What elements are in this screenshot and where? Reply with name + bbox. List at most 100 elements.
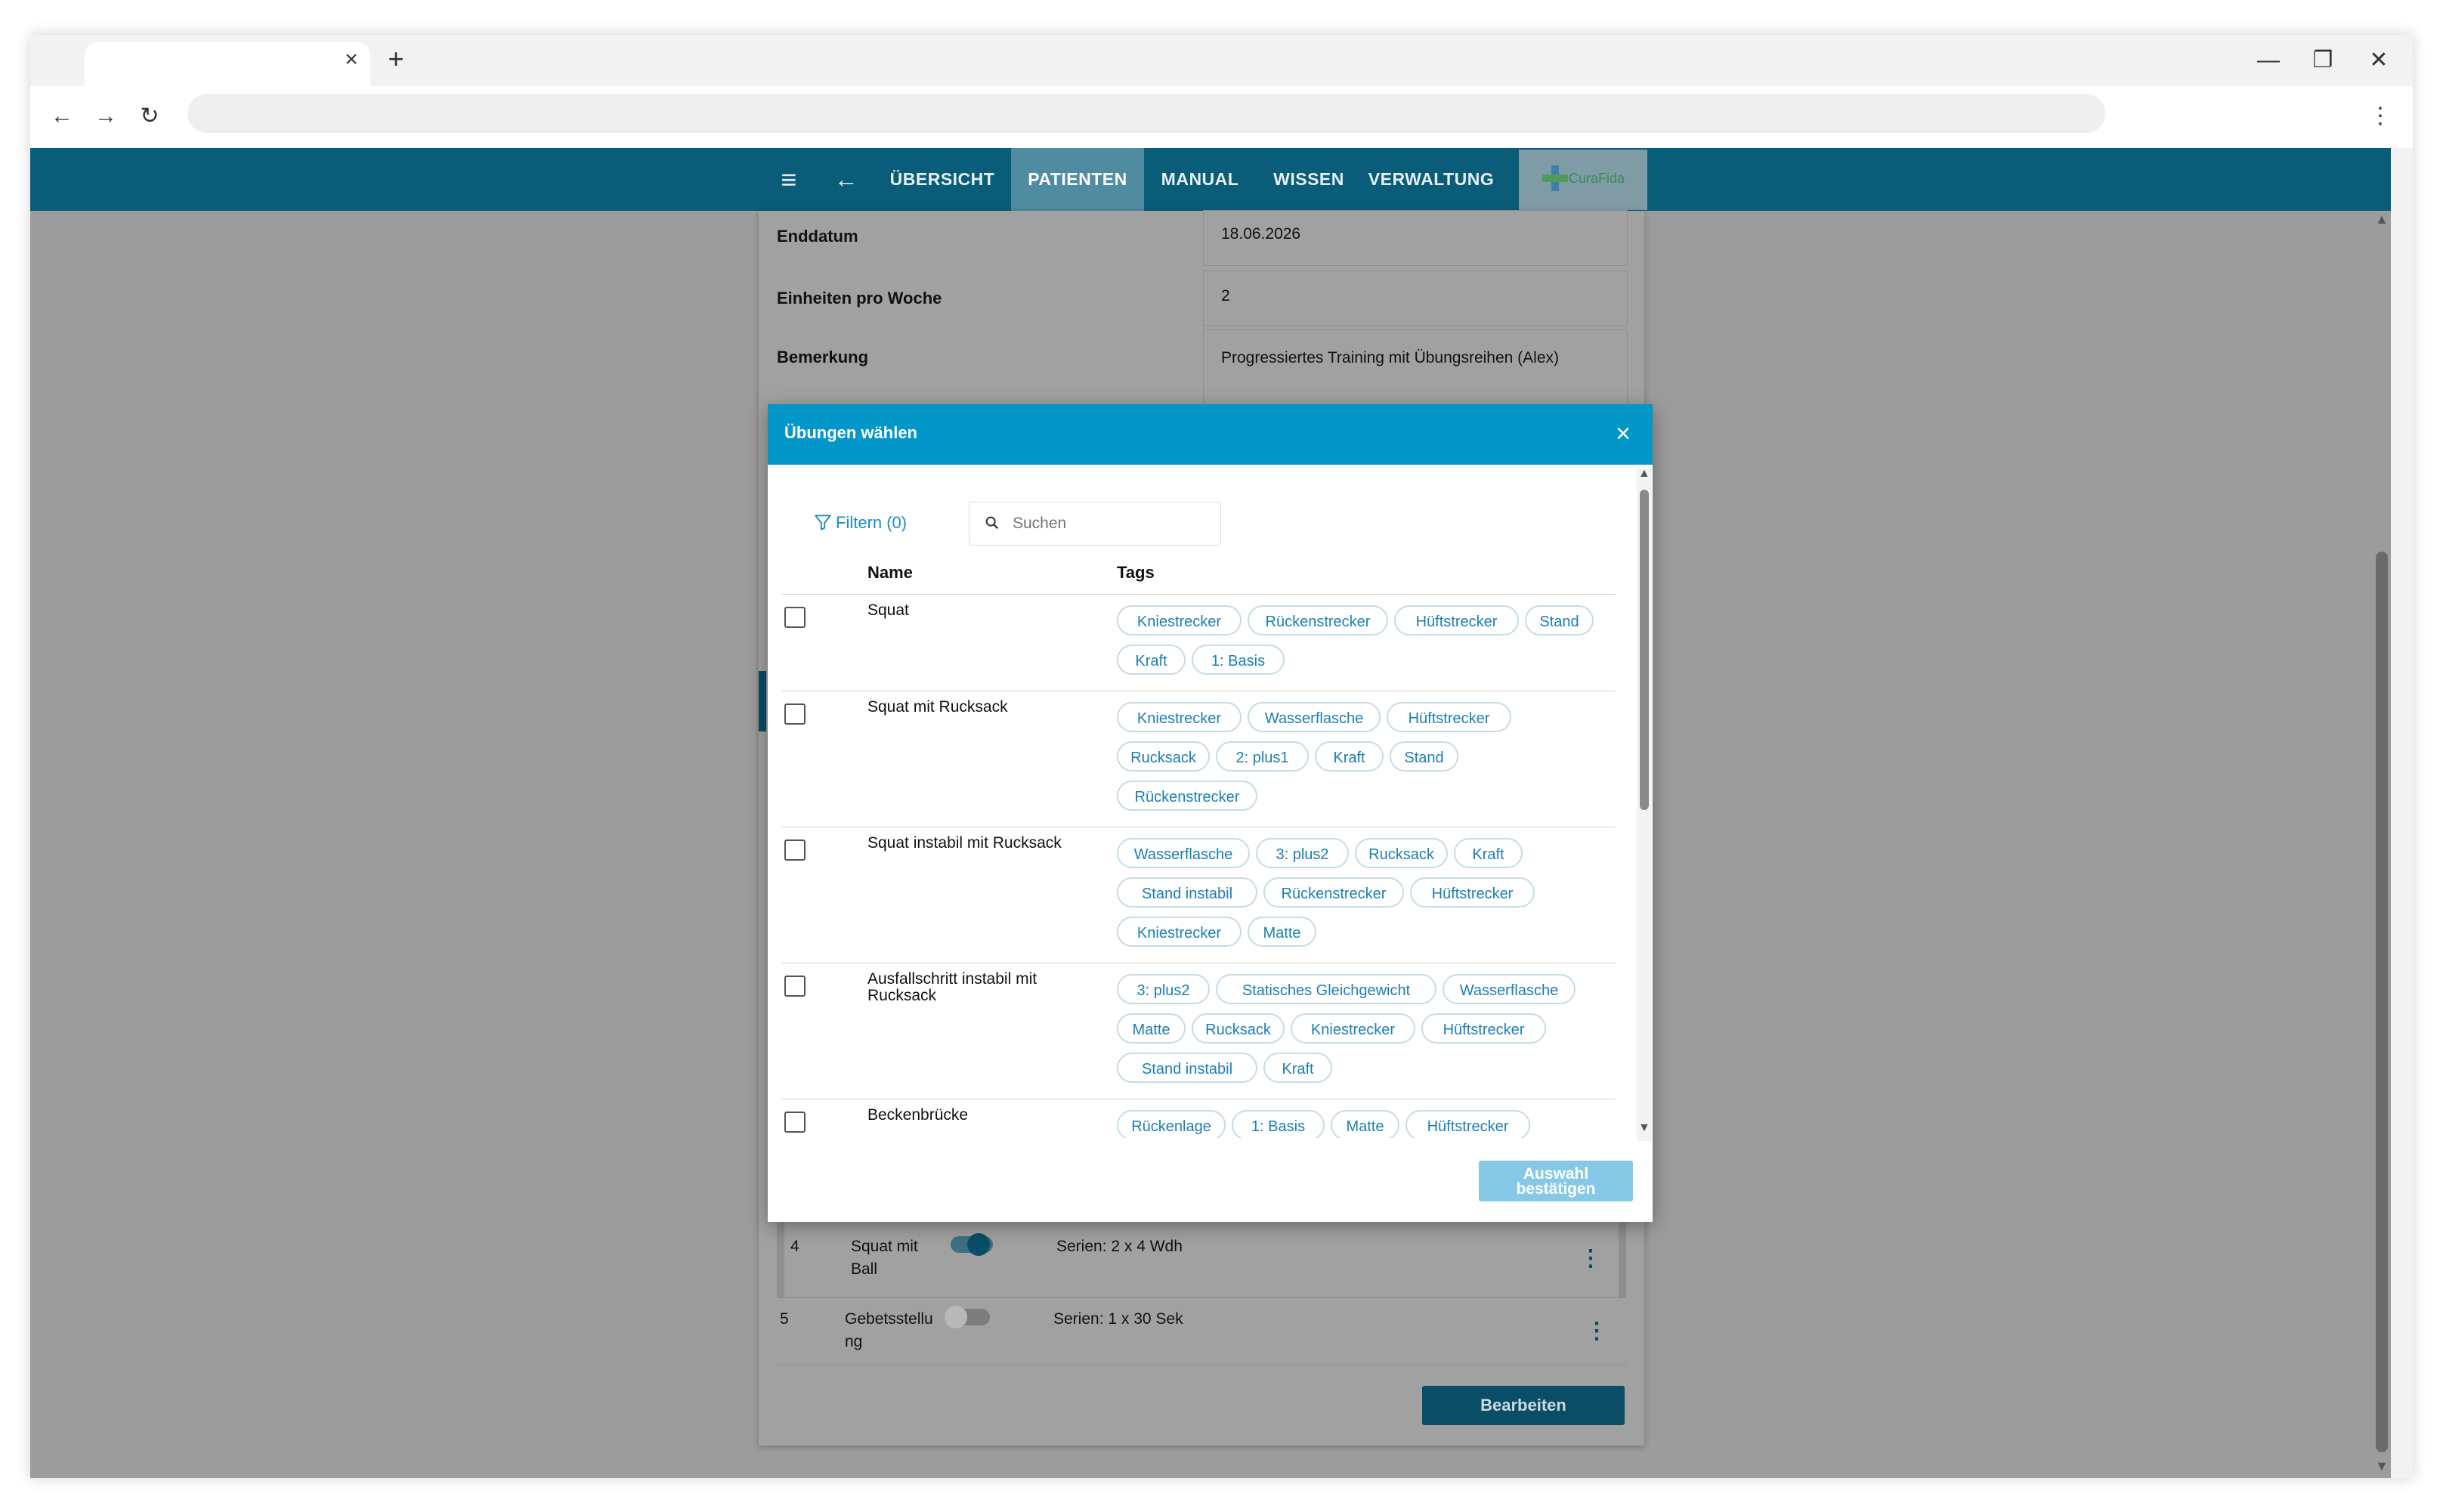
nav-wissen[interactable]: WISSEN bbox=[1266, 148, 1351, 211]
minimize-icon[interactable]: — bbox=[2253, 45, 2284, 76]
tag-chip[interactable]: Matte bbox=[1331, 1110, 1399, 1138]
exercise-name: Squat instabil mit Rucksack bbox=[867, 834, 1062, 852]
tag-chip[interactable]: Hüftstrecker bbox=[1421, 1013, 1546, 1044]
close-icon[interactable]: × bbox=[1610, 419, 1637, 449]
einheiten-field[interactable] bbox=[1203, 271, 1628, 326]
tag-chip[interactable]: Kniestrecker bbox=[1117, 702, 1242, 732]
plan-row bbox=[777, 1223, 1626, 1298]
enddatum-label: Enddatum bbox=[777, 227, 858, 246]
list-scroll-down-icon[interactable]: ▼ bbox=[1638, 1121, 1650, 1135]
bemerkung-field[interactable] bbox=[1203, 329, 1628, 407]
row-index: 4 bbox=[790, 1238, 799, 1255]
row-name: ng bbox=[845, 1333, 863, 1350]
tag-chip[interactable]: Matte bbox=[1117, 1013, 1186, 1044]
tag-chip[interactable]: Kniestrecker bbox=[1291, 1013, 1415, 1044]
exercise-checkbox[interactable] bbox=[784, 976, 806, 997]
tag-chip[interactable]: Rucksack bbox=[1355, 838, 1448, 868]
tag-chip[interactable]: Kniestrecker bbox=[1117, 917, 1242, 947]
tag-chip[interactable]: 3: plus2 bbox=[1256, 838, 1349, 868]
tag-chip[interactable]: 1: Basis bbox=[1232, 1110, 1325, 1138]
tag-chip[interactable]: Hüftstrecker bbox=[1387, 702, 1511, 732]
tag-chip[interactable]: Wasserflasche bbox=[1117, 838, 1250, 868]
tag-chip[interactable]: Matte bbox=[1248, 917, 1316, 947]
page-scrollbar-thumb[interactable] bbox=[2376, 552, 2388, 1452]
tag-chip[interactable]: Wasserflasche bbox=[1248, 702, 1381, 732]
row-menu-icon[interactable]: ⋮ bbox=[1585, 1318, 1608, 1344]
list-scrollbar-thumb[interactable] bbox=[1640, 490, 1649, 810]
dialog-title: Übungen wählen bbox=[784, 423, 917, 442]
edit-button[interactable]: Bearbeiten bbox=[1422, 1386, 1625, 1425]
tag-chip[interactable]: 2: plus1 bbox=[1216, 741, 1309, 771]
back-arrow-icon[interactable]: ← bbox=[827, 148, 866, 211]
einheiten-label: Einheiten pro Woche bbox=[777, 289, 942, 308]
tab-close-icon[interactable]: × bbox=[339, 47, 364, 73]
nav-patienten[interactable]: PATIENTEN bbox=[1011, 148, 1144, 211]
tag-chip[interactable]: 1: Basis bbox=[1192, 645, 1285, 675]
exercise-row[interactable]: Beckenbrücke Rückenlage 1: Basis Matte Hüfts… bbox=[781, 1099, 1616, 1138]
search-icon bbox=[985, 516, 999, 530]
restore-icon[interactable]: ❐ bbox=[2308, 45, 2338, 76]
browser-tab[interactable] bbox=[85, 42, 370, 86]
tag-chip[interactable]: Rucksack bbox=[1117, 741, 1210, 771]
tag-chip[interactable]: Wasserflasche bbox=[1443, 974, 1576, 1004]
reload-icon[interactable]: ↻ bbox=[133, 100, 166, 133]
exercise-list[interactable]: Squat Kniestrecker Rückenstrecker Hüftstrec… bbox=[781, 594, 1620, 1138]
tag-chip[interactable]: Rückenstrecker bbox=[1117, 781, 1257, 811]
tag-chip[interactable]: Stand bbox=[1525, 605, 1594, 635]
tag-chip[interactable]: Rückenlage bbox=[1117, 1110, 1226, 1138]
tag-chip[interactable]: Statisches Gleichgewicht bbox=[1216, 974, 1436, 1004]
tag-chip[interactable]: Kraft bbox=[1263, 1053, 1332, 1083]
exercise-checkbox[interactable] bbox=[784, 703, 806, 725]
exercise-checkbox[interactable] bbox=[784, 1112, 806, 1133]
address-bar[interactable] bbox=[187, 94, 2105, 133]
browser-menu-icon[interactable]: ⋮ bbox=[2365, 100, 2395, 133]
list-scroll-up-icon[interactable]: ▲ bbox=[1638, 467, 1650, 481]
exercise-checkbox[interactable] bbox=[784, 607, 806, 628]
nav-manual[interactable]: MANUAL bbox=[1155, 148, 1245, 211]
logo-cross-icon bbox=[1542, 165, 1568, 191]
row-menu-icon[interactable]: ⋮ bbox=[1579, 1245, 1602, 1272]
tag-chip[interactable]: Kraft bbox=[1117, 645, 1186, 675]
tag-chip[interactable]: Rucksack bbox=[1192, 1013, 1285, 1044]
tag-chip[interactable]: Rückenstrecker bbox=[1248, 605, 1388, 635]
forward-arrow-icon[interactable]: → bbox=[89, 100, 122, 133]
exercise-row[interactable]: Ausfallschritt instabil mit Rucksack 3: p… bbox=[781, 963, 1616, 1099]
confirm-label-line2: bestätigen bbox=[1516, 1180, 1596, 1198]
tag-chip[interactable]: Hüftstrecker bbox=[1394, 605, 1519, 635]
new-tab-icon[interactable]: + bbox=[382, 45, 410, 73]
confirm-selection-button[interactable]: Auswahl bestätigen bbox=[1479, 1161, 1633, 1201]
tag-chip[interactable]: Stand bbox=[1390, 741, 1458, 771]
tag-chip[interactable]: Rückenstrecker bbox=[1263, 877, 1404, 908]
scroll-up-icon[interactable]: ▲ bbox=[2375, 212, 2389, 227]
toggle-knob bbox=[945, 1306, 967, 1328]
column-header-name: Name bbox=[867, 563, 913, 582]
window-close-icon[interactable]: ✕ bbox=[2364, 45, 2394, 76]
filter-icon bbox=[815, 515, 831, 530]
tag-chip[interactable]: Hüftstrecker bbox=[1405, 1110, 1530, 1138]
row-series: Serien: 2 x 4 Wdh bbox=[1056, 1238, 1183, 1255]
scroll-down-icon[interactable]: ▼ bbox=[2375, 1458, 2389, 1474]
back-arrow-icon[interactable]: ← bbox=[45, 100, 79, 133]
confirm-label-line1: Auswahl bbox=[1523, 1165, 1589, 1183]
tag-chip[interactable]: Kraft bbox=[1454, 838, 1523, 868]
filter-button[interactable]: Filtern (0) bbox=[813, 508, 907, 538]
tag-chip[interactable]: Kraft bbox=[1315, 741, 1384, 771]
tag-chip[interactable]: Hüftstrecker bbox=[1410, 877, 1535, 908]
hamburger-menu-icon[interactable]: ≡ bbox=[769, 148, 809, 211]
bemerkung-label: Bemerkung bbox=[777, 348, 869, 366]
tag-chip[interactable]: 3: plus2 bbox=[1117, 974, 1210, 1004]
exercise-row[interactable]: Squat Kniestrecker Rückenstrecker Hüftstrec… bbox=[781, 594, 1616, 691]
search-input[interactable] bbox=[1011, 506, 1211, 541]
nav-verwaltung[interactable]: VERWALTUNG bbox=[1365, 148, 1498, 211]
bemerkung-value: Progressiertes Training mit Übungsreihen… bbox=[1221, 349, 1560, 366]
tag-chip[interactable]: Kniestrecker bbox=[1117, 605, 1242, 635]
row-name: Gebetsstellu bbox=[845, 1310, 933, 1328]
column-header-tags: Tags bbox=[1117, 563, 1155, 582]
tag-chip[interactable]: Stand instabil bbox=[1117, 877, 1257, 908]
tag-chip[interactable]: Stand instabil bbox=[1117, 1053, 1257, 1083]
exercise-row[interactable]: Squat instabil mit Rucksack Wasserflasche… bbox=[781, 827, 1616, 963]
row-name: Ball bbox=[851, 1260, 878, 1278]
exercise-row[interactable]: Squat mit Rucksack Kniestrecker Wasserflas… bbox=[781, 691, 1616, 827]
nav-uebersicht[interactable]: ÜBERSICHT bbox=[886, 148, 999, 211]
exercise-checkbox[interactable] bbox=[784, 839, 806, 861]
